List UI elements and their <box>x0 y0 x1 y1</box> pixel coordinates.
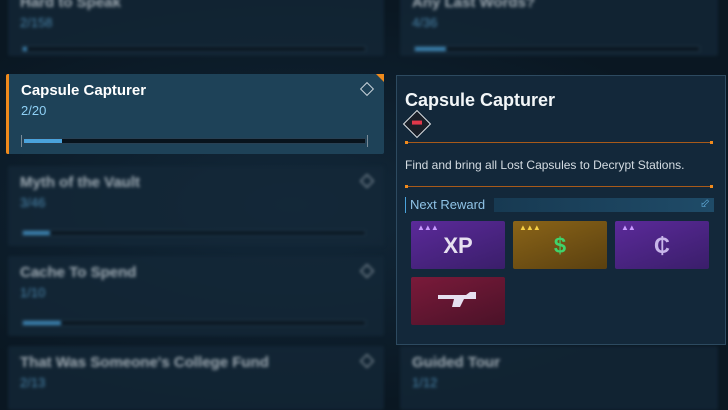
progress-bar <box>21 135 368 147</box>
card-progress: 2/158 <box>20 15 53 30</box>
card-progress: 4/36 <box>412 15 438 30</box>
challenge-card-selected[interactable]: Capsule Capturer 2/20 <box>6 74 384 154</box>
challenge-card[interactable]: Any Last Words? 4/36 <box>400 0 718 56</box>
reward-cash[interactable]: ▲▲▲ $ <box>513 221 607 269</box>
eridium-icon: ₵ <box>654 233 670 258</box>
reward-weapon[interactable] <box>411 277 505 325</box>
card-title: Guided Tour <box>412 354 501 371</box>
reward-eridium[interactable]: ▲▲ ₵ <box>615 221 709 269</box>
card-title: Hard to Speak <box>20 0 121 11</box>
divider <box>405 141 713 144</box>
progress-bar <box>22 46 366 52</box>
reward-header-strip <box>494 196 714 212</box>
card-title: Cache To Spend <box>20 264 137 281</box>
challenge-card[interactable]: Hard to Speak 2/158 <box>8 0 384 56</box>
card-progress: 1/12 <box>412 375 438 390</box>
card-title: Any Last Words? <box>412 0 536 11</box>
progress-bar <box>22 230 366 236</box>
reward-xp[interactable]: ▲▲▲ XP <box>411 221 505 269</box>
capsule-icon <box>402 109 432 139</box>
challenge-card[interactable]: Cache To Spend 1/10 <box>8 256 384 336</box>
card-progress: 3/46 <box>20 195 46 210</box>
selected-corner <box>376 74 384 82</box>
challenge-card[interactable]: Myth of the Vault 3/46 <box>8 166 384 246</box>
weapon-icon <box>411 289 505 319</box>
card-title: Capsule Capturer <box>21 82 147 99</box>
divider <box>405 185 713 188</box>
challenge-detail-panel: Capsule Capturer Find and bring all Lost… <box>396 75 726 345</box>
detail-description: Find and bring all Lost Capsules to Decr… <box>405 158 685 172</box>
xp-icon: XP <box>443 233 473 258</box>
card-progress: 1/10 <box>20 285 46 300</box>
progress-bar <box>22 320 366 326</box>
detail-title: Capsule Capturer <box>405 90 556 110</box>
next-reward-label: Next Reward <box>410 197 486 212</box>
card-progress: 2/13 <box>20 375 46 390</box>
card-progress: 2/20 <box>21 103 47 118</box>
progress-bar <box>414 46 700 52</box>
challenge-card[interactable]: That Was Someone's College Fund 2/13 <box>8 346 384 410</box>
cash-icon: $ <box>553 233 567 258</box>
next-reward-header: Next Reward <box>405 196 714 213</box>
card-title: Myth of the Vault <box>20 174 140 191</box>
challenge-card[interactable]: Guided Tour 1/12 <box>400 346 718 410</box>
card-title: That Was Someone's College Fund <box>20 354 269 371</box>
